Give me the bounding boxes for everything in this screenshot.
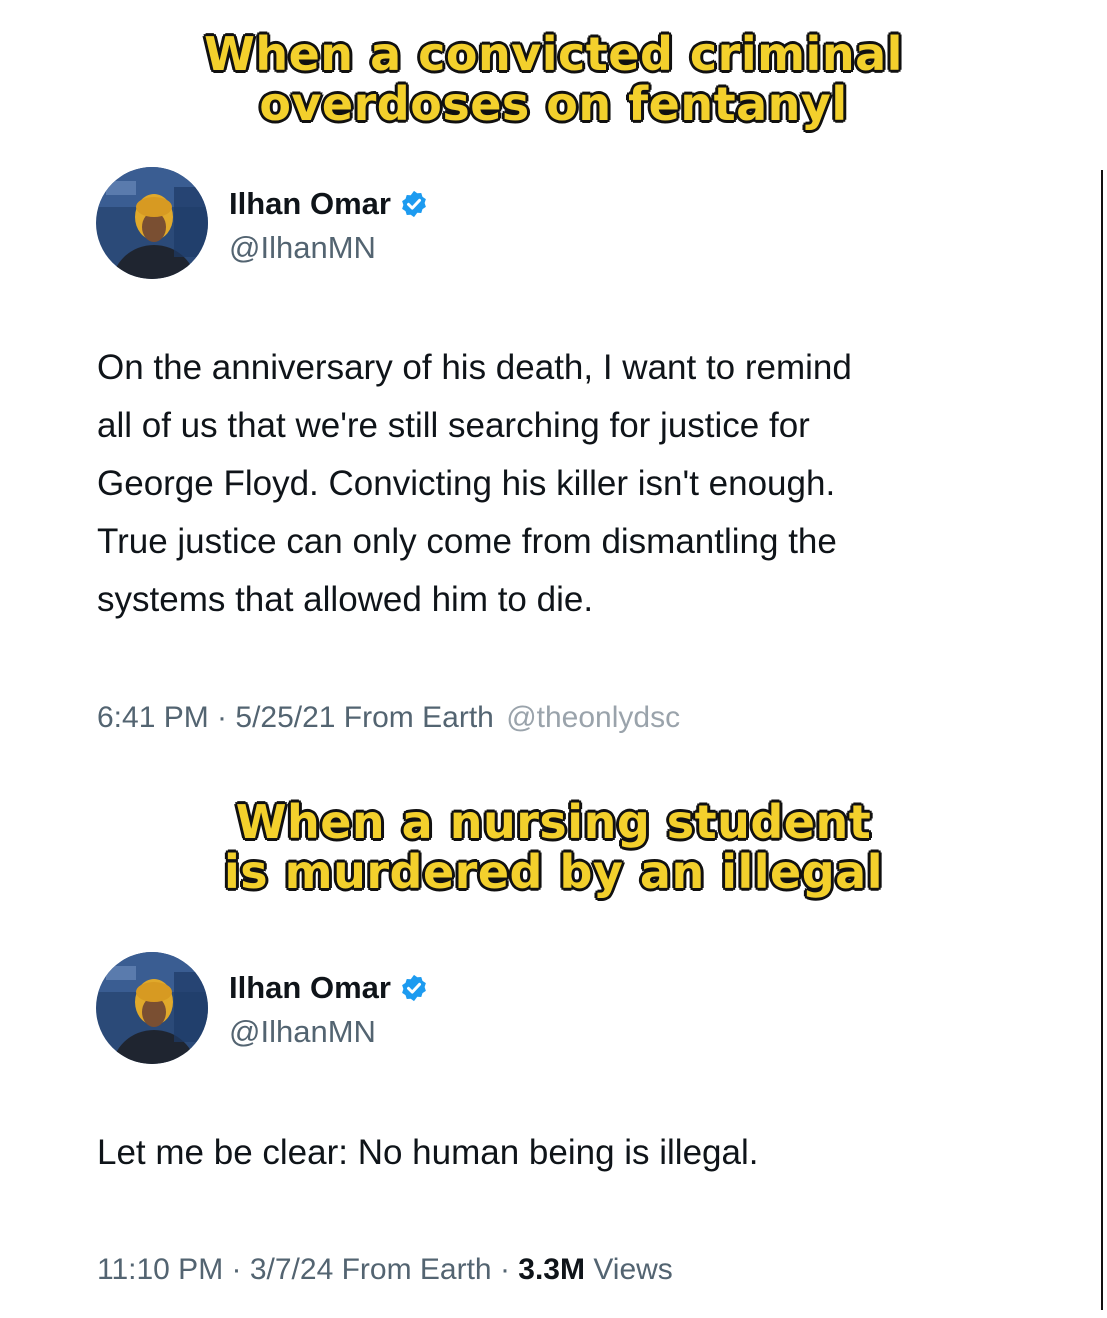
- tweet-text-line: On the anniversary of his death, I want …: [97, 348, 852, 387]
- tweet-metadata: 6:41 PM · 5/25/21 From Earth @theonlydsc: [97, 700, 680, 736]
- author-name-text: Ilhan Omar: [229, 969, 391, 1005]
- right-edge-divider: [1101, 170, 1103, 1310]
- views-label: Views: [584, 1253, 673, 1286]
- views-count[interactable]: 3.3M: [518, 1253, 585, 1286]
- meme-caption-bottom: When a nursing student is murdered by an…: [0, 795, 1107, 899]
- tweet-text-line: all of us that we're still searching for…: [97, 406, 810, 445]
- meme-caption-top: When a convicted criminal overdoses on f…: [0, 27, 1107, 131]
- tweet-text-line: George Floyd. Convicting his killer isn'…: [97, 464, 836, 503]
- avatar[interactable]: [96, 952, 208, 1064]
- caption-line: When a nursing student: [235, 795, 872, 849]
- author-handle[interactable]: @IlhanMN: [229, 1014, 376, 1050]
- tweet-text-line: Let me be clear: No human being is illeg…: [97, 1133, 759, 1172]
- author-handle[interactable]: @IlhanMN: [229, 230, 376, 266]
- verified-badge-icon: [402, 974, 426, 1001]
- caption-line: When a convicted criminal: [203, 27, 903, 81]
- avatar[interactable]: [96, 167, 208, 279]
- watermark: @theonlydsc: [506, 701, 681, 734]
- tweet-text: On the anniversary of his death, I want …: [97, 339, 1037, 629]
- profile-photo: [96, 952, 208, 1064]
- profile-photo: [96, 167, 208, 279]
- tweet-metadata: 11:10 PM · 3/7/24 From Earth · 3.3M View…: [97, 1252, 673, 1288]
- author-name-text: Ilhan Omar: [229, 185, 391, 221]
- caption-line: is murdered by an illegal: [223, 845, 883, 899]
- author-name[interactable]: Ilhan Omar: [229, 184, 429, 222]
- tweet-text: Let me be clear: No human being is illeg…: [97, 1124, 1037, 1182]
- tweet-text-line: True justice can only come from dismantl…: [97, 522, 837, 561]
- caption-line: overdoses on fentanyl: [258, 77, 848, 131]
- author-name[interactable]: Ilhan Omar: [229, 968, 429, 1006]
- tweet-timestamp[interactable]: 11:10 PM · 3/7/24 From Earth ·: [97, 1253, 518, 1286]
- tweet-text-line: systems that allowed him to die.: [97, 580, 594, 619]
- tweet-timestamp[interactable]: 6:41 PM · 5/25/21 From Earth: [97, 701, 494, 734]
- verified-badge-icon: [402, 190, 426, 217]
